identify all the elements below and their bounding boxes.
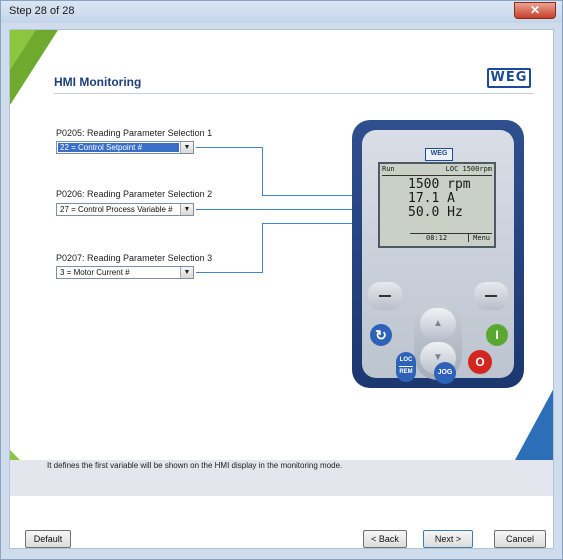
param-label-p0205: P0205: Reading Parameter Selection 1 bbox=[56, 128, 213, 138]
hmi-status-line: Run LOC 1500rpm bbox=[382, 165, 492, 176]
hmi-line-frequency: 50.0 Hz bbox=[408, 205, 463, 220]
param-value-p0207: 3 = Motor Current # bbox=[60, 268, 130, 277]
param-value-p0206: 27 = Control Process Variable # bbox=[60, 205, 173, 214]
connector-line-3 bbox=[262, 223, 263, 273]
description-text: It defines the first variable will be sh… bbox=[47, 461, 343, 470]
param-select-p0207[interactable]: 3 = Motor Current # ▼ bbox=[56, 266, 194, 279]
default-button[interactable]: Default bbox=[25, 530, 71, 548]
hmi-status-setpoint: LOC 1500rpm bbox=[445, 165, 492, 173]
hmi-display: Run LOC 1500rpm 1500 rpm 17.1 A 50.0 Hz … bbox=[378, 162, 496, 248]
rem-label: REM bbox=[399, 369, 413, 375]
window-title: Step 28 of 28 bbox=[9, 5, 75, 17]
weg-logo: WEG bbox=[487, 68, 531, 88]
hmi-soft-labels: 08:12 Menu bbox=[410, 233, 492, 244]
param-select-p0206[interactable]: 27 = Control Process Variable # ▼ bbox=[56, 203, 194, 216]
jog-key: JOG bbox=[434, 362, 456, 384]
hmi-keypad-illustration: WEG Run LOC 1500rpm 1500 rpm 17.1 A 50.0… bbox=[352, 120, 524, 388]
chevron-down-icon[interactable]: ▼ bbox=[180, 204, 193, 215]
param-label-p0207: P0207: Reading Parameter Selection 3 bbox=[56, 253, 213, 263]
cancel-button[interactable]: Cancel bbox=[494, 530, 546, 548]
connector-line-3 bbox=[196, 272, 262, 273]
hmi-line-speed: 1500 rpm bbox=[408, 177, 471, 192]
chevron-down-icon[interactable]: ▼ bbox=[180, 267, 193, 278]
loc-label: LOC bbox=[399, 357, 413, 363]
rotation-direction-icon: ↻ bbox=[370, 324, 392, 346]
start-button-icon: I bbox=[486, 324, 508, 346]
wizard-page: HMI Monitoring WEG P0205: Reading Parame… bbox=[9, 29, 554, 549]
hmi-line-current: 17.1 A bbox=[408, 191, 455, 206]
page-title: HMI Monitoring bbox=[54, 75, 142, 89]
loc-rem-divider bbox=[399, 366, 413, 367]
title-bar: Step 28 of 28 ✕ bbox=[1, 1, 562, 23]
hmi-status-run: Run bbox=[382, 165, 395, 173]
chevron-down-icon[interactable]: ▼ bbox=[180, 142, 193, 153]
left-soft-key bbox=[368, 282, 402, 310]
param-select-p0205[interactable]: 22 = Control Setpoint # ▼ bbox=[56, 141, 194, 154]
hmi-weg-logo: WEG bbox=[425, 148, 453, 161]
param-label-p0206: P0206: Reading Parameter Selection 2 bbox=[56, 189, 213, 199]
close-button[interactable]: ✕ bbox=[514, 2, 556, 19]
setup-wizard-window: Step 28 of 28 ✕ HMI Monitoring WEG P0205… bbox=[0, 0, 563, 560]
hmi-menu-label: Menu bbox=[468, 234, 490, 242]
loc-rem-key: LOC REM bbox=[396, 352, 416, 382]
stop-button-icon: O bbox=[468, 350, 492, 374]
connector-line-1 bbox=[262, 147, 263, 195]
right-soft-key bbox=[474, 282, 508, 310]
next-button[interactable]: Next > bbox=[423, 530, 473, 548]
param-value-p0205: 22 = Control Setpoint # bbox=[58, 143, 179, 152]
up-arrow-icon: ▲ bbox=[420, 308, 456, 340]
connector-line-1 bbox=[196, 147, 262, 148]
title-divider bbox=[54, 93, 534, 94]
back-button[interactable]: < Back bbox=[363, 530, 407, 548]
hmi-clock: 08:12 bbox=[426, 234, 448, 242]
hmi-face: WEG Run LOC 1500rpm 1500 rpm 17.1 A 50.0… bbox=[362, 130, 514, 384]
blue-corner-shape bbox=[515, 389, 553, 460]
